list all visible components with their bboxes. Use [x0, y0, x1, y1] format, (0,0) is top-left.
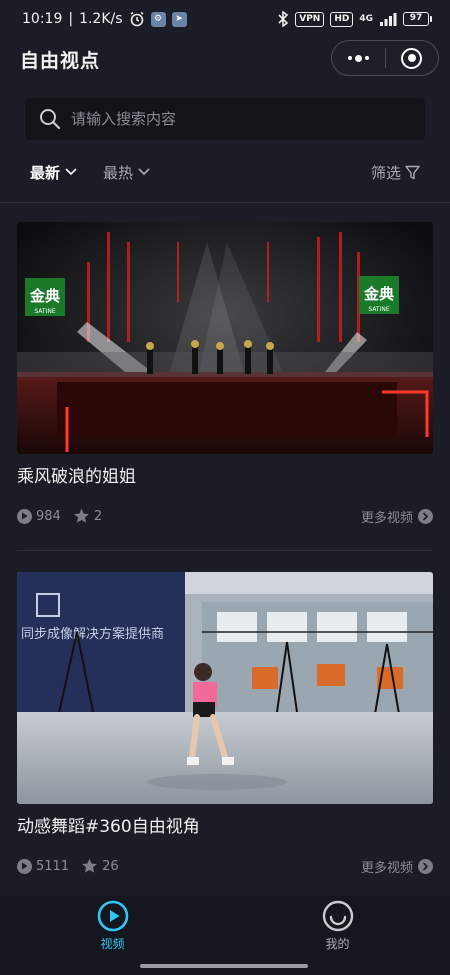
status-bar: 10:19 | 1.2K/s ⚙ ➤ VPN HD 4G 97: [0, 0, 450, 38]
tab-videos-label: 视频: [100, 937, 125, 951]
chevron-down-icon: [65, 168, 77, 176]
more-videos-link[interactable]: 更多视频: [361, 857, 433, 876]
network-type: 4G: [359, 14, 373, 24]
right-banner-text: 金典: [363, 285, 394, 303]
play-icon: [17, 508, 32, 524]
telegram-notification-icon: ➤: [171, 11, 187, 27]
card-divider: [17, 550, 433, 551]
close-mini-program-button[interactable]: [386, 41, 439, 75]
right-banner-sub: SATINE: [368, 306, 389, 313]
more-dots-icon: [347, 54, 369, 62]
star-count-value: 2: [93, 508, 103, 524]
mini-program-capsule: [331, 40, 439, 76]
hd-badge: HD: [330, 11, 354, 27]
view-count-value: 984: [36, 508, 61, 524]
star-icon: [82, 858, 98, 873]
battery-level: 97: [403, 12, 429, 26]
filter-divider: [0, 202, 450, 203]
more-videos-label: 更多视频: [360, 860, 413, 876]
video-thumbnail[interactable]: 金典 SATINE 金典 SATINE: [17, 222, 433, 454]
alarm-icon: [130, 11, 143, 27]
tab-videos[interactable]: 视频: [0, 896, 225, 956]
video-title[interactable]: 乘风破浪的姐姐: [17, 466, 433, 488]
sort-hottest-label: 最热: [103, 163, 134, 182]
star-count: 2: [73, 508, 102, 524]
sort-latest-label: 最新: [30, 163, 61, 182]
chevron-right-icon: [418, 508, 433, 524]
battery-indicator: 97: [403, 12, 432, 26]
status-time: 10:19: [22, 11, 63, 27]
app-notification-icon: ⚙: [150, 11, 166, 27]
battery-cap: [430, 16, 432, 22]
chevron-right-icon: [418, 858, 433, 874]
chevron-down-icon: [138, 168, 150, 176]
search-input[interactable]: [71, 110, 391, 128]
stage-performance-image: 金典 SATINE 金典 SATINE: [17, 222, 433, 454]
page-title: 自由视点: [20, 49, 101, 72]
video-thumbnail[interactable]: 同步成像解决方案提供商: [17, 572, 433, 804]
more-menu-button[interactable]: [332, 41, 385, 75]
left-banner-sub: SATINE: [34, 308, 55, 315]
status-left: 10:19 | 1.2K/s ⚙ ➤: [22, 11, 187, 27]
video-title[interactable]: 动感舞蹈#360自由视角: [17, 816, 433, 838]
smile-circle-icon: [322, 900, 353, 932]
status-right: VPN HD 4G 97: [277, 11, 432, 27]
target-icon: [401, 47, 423, 69]
status-separator: |: [68, 11, 74, 27]
funnel-icon: [405, 165, 420, 179]
view-count-value: 5111: [36, 858, 70, 874]
star-icon: [73, 508, 89, 523]
sort-latest[interactable]: 最新: [30, 162, 77, 183]
view-count: 5111: [17, 858, 70, 874]
more-videos-label: 更多视频: [360, 510, 413, 526]
tab-mine[interactable]: 我的: [225, 896, 450, 956]
video-meta: 984 2 更多视频: [17, 506, 433, 526]
bluetooth-icon: [278, 11, 289, 27]
video-card[interactable]: 金典 SATINE 金典 SATINE 乘风破浪的姐姐 984 2 更多视频: [17, 222, 433, 526]
title-bar: 自由视点: [0, 38, 450, 80]
studio-banner-text: 同步成像解决方案提供商: [21, 626, 164, 642]
filter-bar: 最新 最热 筛选: [0, 152, 450, 192]
view-count: 984: [17, 508, 61, 524]
star-count: 26: [81, 858, 119, 874]
vpn-badge: VPN: [295, 11, 325, 27]
play-icon: [17, 858, 32, 874]
home-indicator[interactable]: [140, 964, 308, 968]
left-banner-text: 金典: [29, 287, 60, 305]
sort-hottest[interactable]: 最热: [103, 162, 150, 183]
star-count-value: 26: [102, 858, 119, 874]
status-speed: 1.2K/s: [79, 11, 123, 27]
search-box[interactable]: [25, 98, 425, 140]
play-circle-icon: [97, 900, 128, 932]
studio-dancer-image: 同步成像解决方案提供商: [17, 572, 433, 804]
bottom-tab-bar: 视频 我的: [0, 896, 450, 956]
filter-label: 筛选: [370, 163, 401, 182]
more-videos-link[interactable]: 更多视频: [361, 507, 433, 526]
video-meta: 5111 26 更多视频: [17, 856, 433, 876]
video-card[interactable]: 同步成像解决方案提供商 动感舞蹈#360自由视角 5111 26 更多视频: [17, 572, 433, 876]
search-icon: [40, 109, 61, 130]
filter-button[interactable]: 筛选: [371, 162, 420, 183]
signal-icon: [380, 13, 397, 26]
tab-mine-label: 我的: [325, 937, 350, 951]
